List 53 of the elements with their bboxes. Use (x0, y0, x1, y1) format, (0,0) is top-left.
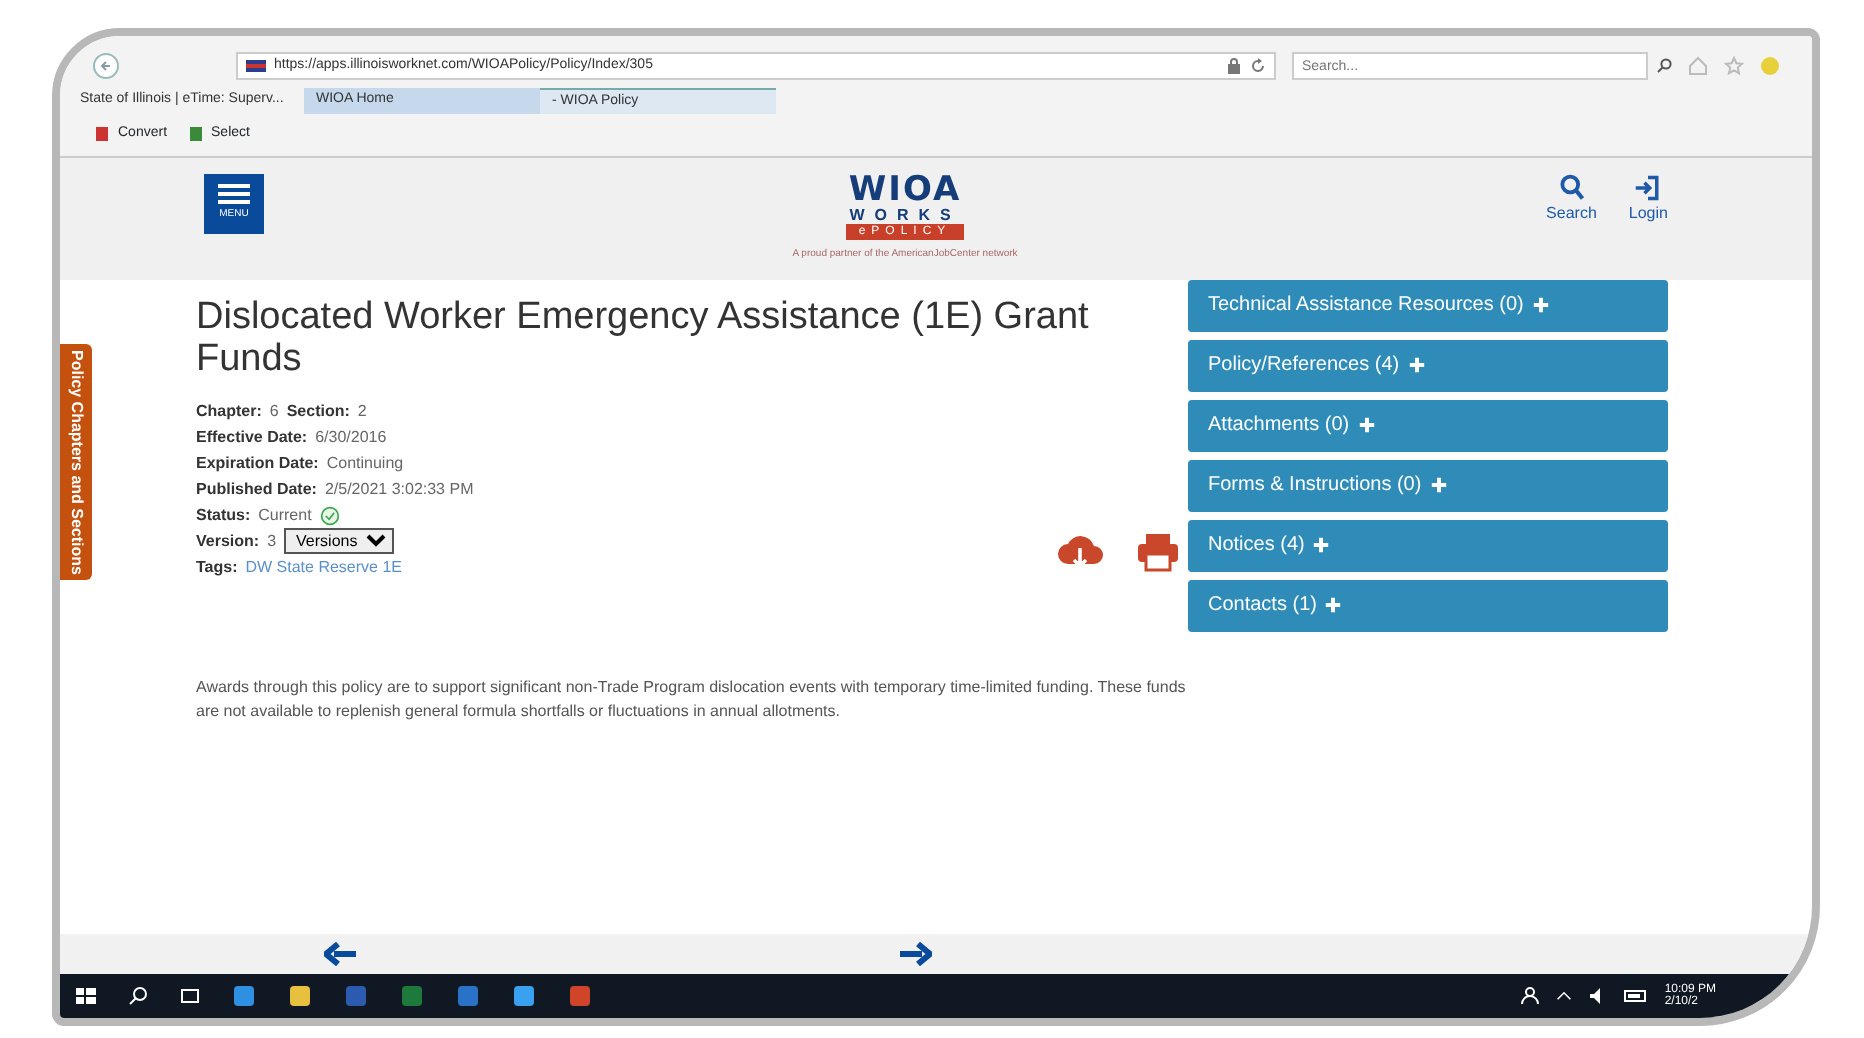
field-value: 2/5/2021 3:02:33 PM (324, 478, 474, 503)
plus-icon (1407, 356, 1426, 374)
logo-wordmark: WIOA (848, 173, 962, 207)
lock-icon (1226, 58, 1242, 74)
accordion-header[interactable]: Notices (4) (1188, 519, 1668, 571)
accordion-header[interactable]: Contacts (1) (1188, 579, 1668, 631)
side-tab[interactable]: Policy Chapters and Sections (60, 343, 92, 580)
left-arrow-icon[interactable] (324, 942, 356, 966)
accordion-header[interactable]: Policy/References (4) (1188, 339, 1668, 391)
windows-start-icon[interactable] (76, 986, 96, 1006)
battery-icon[interactable] (1624, 988, 1649, 1004)
chevron-up-icon[interactable] (1556, 988, 1573, 1004)
search-icon[interactable] (1656, 58, 1672, 74)
plus-icon (1357, 416, 1376, 434)
flag-icon (246, 60, 266, 72)
field-value: 6/30/2016 (315, 426, 387, 451)
search-icon[interactable] (128, 986, 148, 1006)
right-arrow-icon[interactable] (900, 942, 932, 966)
accordion-header[interactable]: Attachments (0) (1188, 399, 1668, 451)
header-search-button[interactable]: Search (1546, 173, 1597, 225)
plus-icon (1312, 536, 1331, 554)
plus-icon (1531, 296, 1550, 314)
printer-icon[interactable] (1136, 532, 1180, 573)
field-value: 6 (269, 400, 279, 425)
refresh-icon[interactable] (1250, 58, 1266, 74)
plus-icon (1324, 596, 1343, 614)
field-value: 2 (357, 400, 367, 425)
accordion-header[interactable]: Technical Assistance Resources (0) (1188, 279, 1668, 331)
field-label: Published Date: (196, 478, 317, 503)
versions-select[interactable]: Versions (284, 528, 395, 555)
field-label: Expiration Date: (196, 452, 319, 477)
accordion-header[interactable]: Forms & Instructions (0) (1188, 459, 1668, 511)
field-value: Continuing (326, 452, 404, 477)
plus-icon (1429, 476, 1448, 494)
field-label: Version: (196, 530, 260, 555)
header-login-button[interactable]: Login (1628, 173, 1668, 225)
field-label: Tags: (196, 556, 238, 581)
star-icon[interactable] (1724, 56, 1744, 76)
field-label: Chapter: (196, 400, 262, 425)
search-icon (1557, 173, 1586, 201)
field-value: 3 (267, 530, 277, 555)
tag-link[interactable]: DW State Reserve 1E (245, 554, 402, 581)
field-label: Effective Date: (196, 426, 308, 451)
login-icon (1634, 173, 1663, 201)
check-circle-icon (319, 505, 340, 526)
task-view-icon[interactable] (180, 986, 200, 1006)
field-label: Status: (196, 504, 251, 529)
policy-description: Awards through this policy are to support significant non-Trade Program dislocation events with temporary time-limited funding. These funds are not available to replenish general formula shortfalls or fluctuations in annual allotments. (196, 676, 1188, 725)
field-label: Section: (286, 400, 350, 425)
logo-subtitle: WORKS (849, 207, 961, 223)
field-value: Current (258, 504, 312, 529)
people-icon[interactable] (1520, 986, 1541, 1006)
policy-title: Dislocated Worker Emergency Assistance (1E) Grant Funds (196, 295, 1091, 383)
